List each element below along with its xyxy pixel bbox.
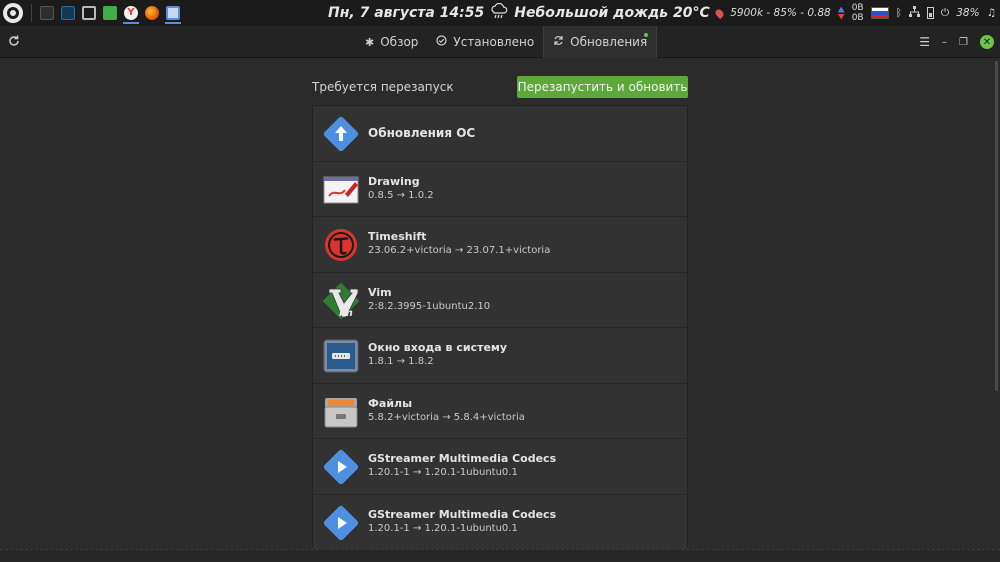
- list-item[interactable]: im Vim 2:8.2.3995-1ubuntu2.10: [313, 273, 687, 328]
- update-version: 0.8.5 → 1.0.2: [368, 189, 434, 201]
- update-title: Файлы: [368, 396, 413, 410]
- asterisk-icon: ✱: [365, 35, 375, 49]
- yandex-browser-icon[interactable]: Y: [122, 2, 140, 24]
- network-speed: 0B 0B: [852, 3, 864, 23]
- system-stats: 5900k - 85% - 0.88: [730, 7, 831, 19]
- header-bar: ✱ Обзор Установлено Обновления ☰ – ❐ ✕: [0, 26, 1000, 58]
- clock: Пн, 7 августа 14:55: [328, 5, 485, 21]
- files-icon: [323, 394, 359, 430]
- list-item[interactable]: Файлы 5.8.2+victoria → 5.8.4+victoria: [313, 384, 687, 439]
- tab-updates[interactable]: Обновления: [543, 26, 658, 58]
- net-down: 0B: [851, 13, 864, 23]
- vim-icon: im: [322, 282, 360, 319]
- list-item[interactable]: Timeshift 23.06.2+victoria → 23.07.1+vic…: [313, 217, 687, 273]
- update-version: 5.8.2+victoria → 5.8.4+victoria: [368, 411, 525, 423]
- tab-label: Обзор: [380, 35, 419, 49]
- screenshot-icon[interactable]: [80, 2, 98, 24]
- music-icon[interactable]: ♫: [987, 7, 996, 19]
- update-version: 23.06.2+victoria → 23.07.1+victoria: [368, 245, 551, 256]
- restart-label: Требуется перезапуск: [312, 80, 454, 94]
- app-menu-icon[interactable]: [3, 3, 23, 23]
- firefox-icon[interactable]: [143, 2, 161, 24]
- net-up: 0B: [851, 3, 864, 13]
- restart-and-update-button[interactable]: Перезапустить и обновить: [517, 76, 688, 98]
- battery-icon[interactable]: [926, 7, 934, 19]
- update-version: 1.20.1-1 → 1.20.1-1ubuntu0.1: [368, 522, 518, 534]
- login-window-icon: [323, 338, 359, 374]
- svg-text:im: im: [339, 308, 353, 319]
- bottom-strip: [0, 549, 1000, 562]
- hamburger-menu-icon[interactable]: ☰: [919, 35, 930, 49]
- refresh-button[interactable]: [8, 33, 20, 51]
- bluetooth-icon[interactable]: ᛒ: [896, 7, 902, 19]
- drawing-icon: [323, 172, 359, 208]
- ru-flag-icon[interactable]: [870, 7, 889, 19]
- system-tray: 5900k - 85% - 0.88 0B 0B ᛒ ⏻ 38% ♫: [714, 0, 996, 26]
- system-monitor-icon[interactable]: [59, 2, 77, 24]
- panel-separator: [31, 4, 32, 22]
- software-manager-icon[interactable]: [164, 2, 182, 24]
- update-indicator-dot: [644, 33, 649, 37]
- update-title: GStreamer Multimedia Codecs: [368, 507, 557, 521]
- window-controls: ☰ – ❐ ✕: [919, 26, 994, 58]
- restart-bar: Требуется перезапуск Перезапустить и обн…: [312, 76, 688, 98]
- list-item[interactable]: GStreamer Multimedia Codecs 1.20.1-1 → 1…: [313, 439, 687, 495]
- maximize-icon[interactable]: ❐: [959, 37, 968, 48]
- view-tabs: ✱ Обзор Установлено Обновления: [356, 26, 658, 58]
- update-version: 1.20.1-1 → 1.20.1-1ubuntu0.1: [368, 467, 518, 478]
- clock-weather[interactable]: Пн, 7 августа 14:55 Небольшой дождь 20°C: [328, 2, 710, 23]
- close-icon[interactable]: ✕: [980, 35, 994, 49]
- files-icon[interactable]: [101, 2, 119, 24]
- timeshift-icon: [323, 227, 359, 263]
- update-title: Обновления ОС: [368, 126, 476, 140]
- taskbar: Y: [38, 2, 182, 24]
- list-item[interactable]: Drawing 0.8.5 → 1.0.2: [313, 162, 687, 217]
- scrollbar[interactable]: [995, 61, 998, 391]
- rain-cloud-icon: [490, 2, 508, 23]
- weather: Небольшой дождь 20°C: [514, 5, 710, 21]
- tab-label: Установлено: [453, 35, 535, 49]
- update-title: GStreamer Multimedia Codecs: [368, 452, 557, 465]
- minimize-icon[interactable]: –: [942, 37, 947, 48]
- power-icon[interactable]: ⏻: [941, 7, 949, 20]
- update-title: Vim: [368, 285, 392, 299]
- list-item[interactable]: GStreamer Multimedia Codecs 1.20.1-1 → 1…: [313, 495, 687, 550]
- os-update-icon: [323, 116, 359, 152]
- update-title: Drawing: [368, 174, 420, 188]
- tab-installed[interactable]: Установлено: [427, 26, 543, 58]
- battery-level: 38%: [956, 7, 980, 19]
- network-icon[interactable]: [908, 6, 920, 20]
- location-icon: [714, 7, 726, 19]
- gstreamer-icon: [323, 449, 359, 485]
- update-version: 2:8.2.3995-1ubuntu2.10: [368, 300, 491, 312]
- list-item[interactable]: Окно входа в систему 1.8.1 → 1.8.2: [313, 328, 687, 384]
- updates-page: Требуется перезапуск Перезапустить и обн…: [0, 59, 1000, 562]
- refresh-icon: [553, 35, 564, 49]
- check-circle-icon: [436, 35, 448, 49]
- refresh-icon: [9, 35, 19, 46]
- list-item[interactable]: Обновления ОС: [313, 106, 687, 162]
- updates-list: Обновления ОС Drawing 0.8.5 → 1.0.2 Time…: [312, 105, 688, 562]
- gstreamer-icon: [323, 505, 359, 541]
- update-title: Окно входа в систему: [368, 341, 508, 354]
- update-version: 1.8.1 → 1.8.2: [368, 356, 434, 367]
- top-panel: Y Пн, 7 августа 14:55 Небольшой дождь 20…: [0, 0, 1000, 26]
- tab-overview[interactable]: ✱ Обзор: [356, 26, 427, 58]
- update-title: Timeshift: [368, 230, 427, 243]
- tab-label: Обновления: [570, 35, 648, 49]
- network-arrows-icon: [837, 6, 845, 20]
- terminal-icon[interactable]: [38, 2, 56, 24]
